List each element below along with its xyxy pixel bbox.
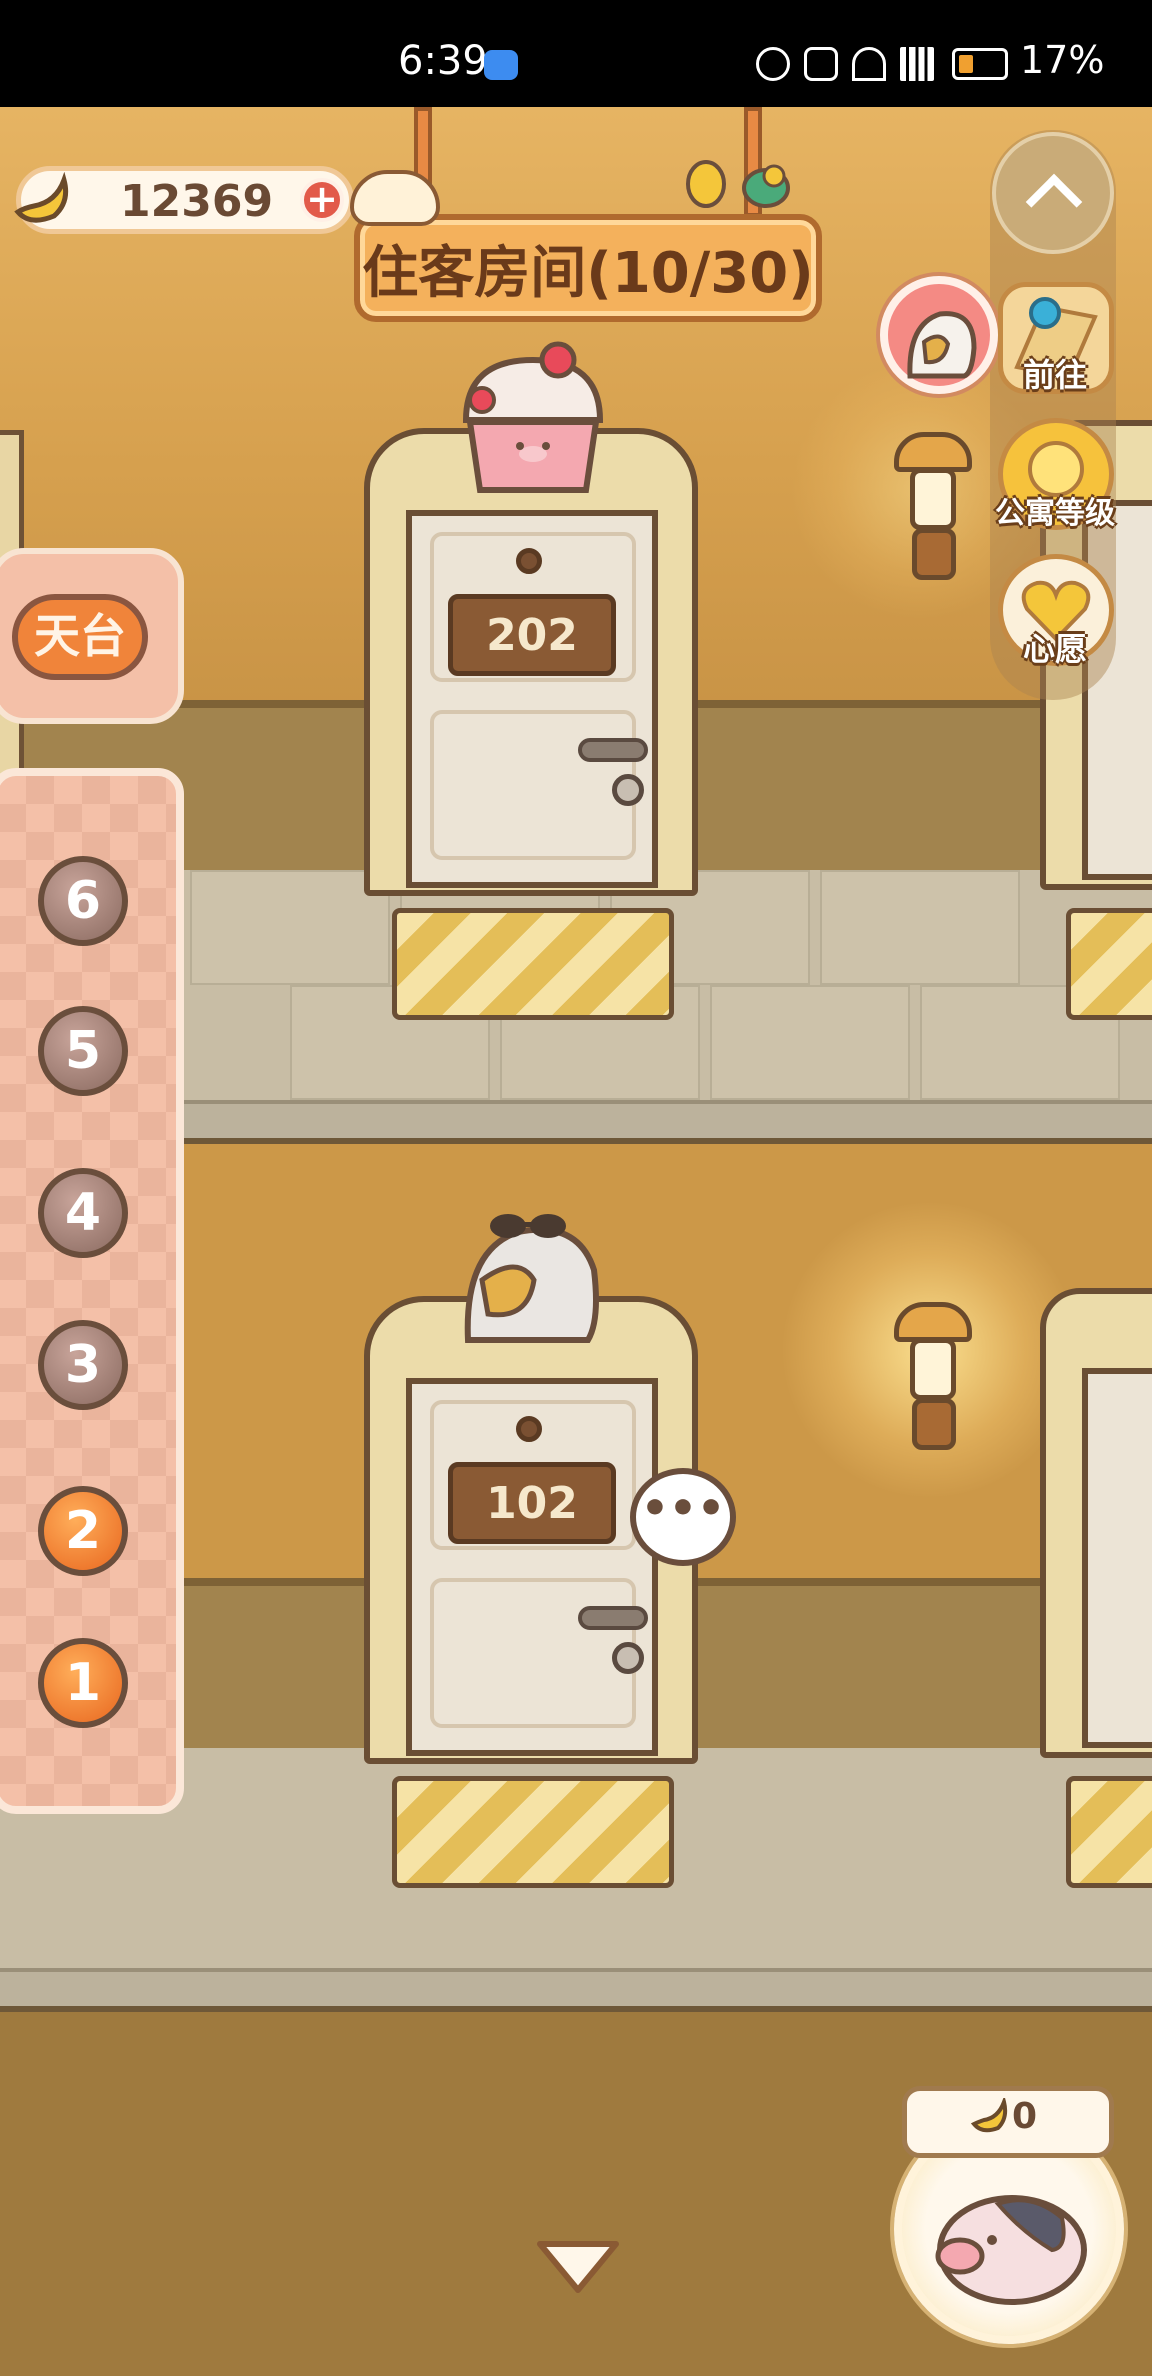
chat-bubble[interactable]: ••• [630, 1468, 736, 1566]
plaque-hook [516, 548, 542, 574]
alarm-icon [756, 47, 790, 81]
room-202-number: 202 [448, 594, 616, 676]
cupcake-icon [462, 341, 604, 493]
signal-icon [900, 47, 934, 81]
doormat [1066, 908, 1152, 1020]
parrot-guest-icon [907, 311, 977, 379]
floor-4-button[interactable]: 4 [38, 1168, 128, 1258]
apartment-level-label: 公寓等级 [995, 496, 1115, 531]
doormat [392, 1776, 674, 1888]
scroll-down-button[interactable] [534, 2236, 622, 2296]
cat-icon [350, 170, 440, 226]
roof-button[interactable]: 天台 [12, 594, 148, 680]
cloud-icon [484, 50, 518, 80]
mute-icon [804, 47, 838, 81]
collapse-menu-button[interactable] [992, 132, 1114, 254]
floor-3-button[interactable]: 3 [38, 1320, 128, 1410]
battery-icon [952, 48, 1008, 80]
banana-icon [14, 172, 69, 223]
next-room-door-lower[interactable] [1082, 1368, 1152, 1748]
parrot-guest-icon [464, 1214, 599, 1343]
chevron-up-icon [1025, 173, 1083, 231]
status-icons [756, 44, 934, 84]
floor-6-button[interactable]: 6 [38, 856, 128, 946]
add-currency-button[interactable]: + [300, 178, 344, 222]
room-102-number: 102 [448, 1462, 616, 1544]
birds-icon [686, 160, 790, 208]
wifi-icon [852, 47, 886, 81]
floor-5-button[interactable]: 5 [38, 1006, 128, 1096]
lower-floor-ledge [0, 1968, 1152, 2012]
doormat [392, 908, 674, 1020]
plaque-hook [516, 1416, 542, 1442]
banana-icon [970, 2098, 1008, 2133]
wall-lamp-lower [890, 1302, 980, 1462]
doormat [1066, 1776, 1152, 1888]
go-to-label: 前往 [1022, 356, 1087, 394]
wall-lamp-upper [890, 432, 980, 592]
currency-value: 12369 [120, 176, 274, 227]
status-time: 6:39 [398, 38, 488, 84]
battery-percent: 17% [1020, 38, 1105, 82]
floor-1-button[interactable]: 1 [38, 1638, 128, 1728]
floor-2-button[interactable]: 2 [38, 1486, 128, 1576]
room-title: 住客房间(10/30) [362, 241, 814, 306]
wish-label: 心愿 [1022, 630, 1087, 668]
piggy-bank-value: 0 [1012, 2096, 1038, 2137]
